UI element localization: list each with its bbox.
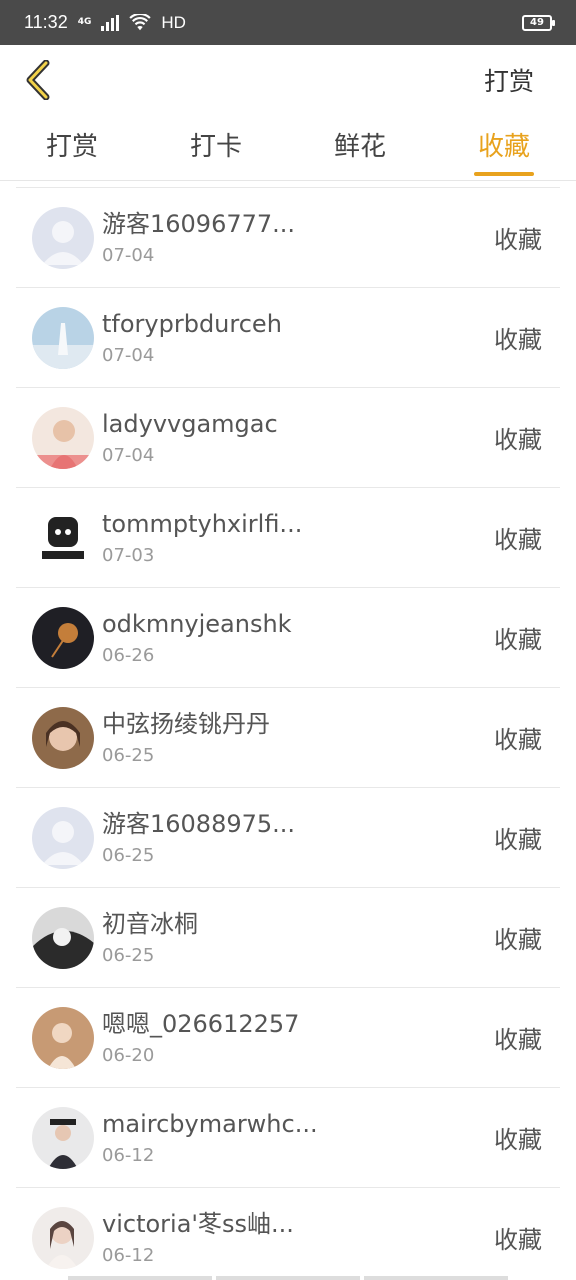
avatar[interactable] [32, 1206, 94, 1269]
user-name: 游客16088975... [102, 810, 296, 838]
record-date: 06-12 [102, 1245, 155, 1266]
chevron-left-icon [26, 60, 50, 100]
list-item[interactable]: tommptyhxirlfi... 07-03 收藏 [16, 488, 560, 588]
user-name: 中弦扬绫铫丹丹 [102, 710, 270, 738]
avatar[interactable] [32, 906, 94, 969]
list-item[interactable]: 嗯嗯_026612257 06-20 收藏 [16, 988, 560, 1088]
tab-favorites[interactable]: 收藏 [432, 115, 576, 180]
nav-bar: 打赏 [0, 45, 576, 115]
record-type: 收藏 [494, 1026, 542, 1054]
status-bar: 11:32 4G HD 49 [0, 0, 576, 45]
list-item[interactable]: tforyprbdurceh 07-04 收藏 [16, 288, 560, 388]
hd-indicator: HD [161, 12, 186, 32]
avatar[interactable] [32, 606, 94, 669]
list-item[interactable]: odkmnyjeanshk 06-26 收藏 [16, 588, 560, 688]
record-date: 07-04 [102, 345, 155, 366]
record-type: 收藏 [494, 1226, 542, 1254]
user-name: tommptyhxirlfi... [102, 510, 303, 538]
favorites-list: 游客16096777... 07-04 收藏 tforyprbdurceh 07-04 收… [16, 187, 560, 1280]
user-name: odkmnyjeanshk [102, 610, 292, 638]
wifi-icon [129, 13, 152, 30]
user-name: 初音冰桐 [102, 910, 198, 938]
record-date: 06-20 [102, 1045, 155, 1066]
list-item[interactable]: victoria'苳ss岫... 06-12 收藏 [16, 1188, 560, 1280]
record-type: 收藏 [494, 326, 542, 354]
signal-icon [101, 14, 120, 31]
record-date: 06-12 [102, 1145, 155, 1166]
tab-bar: 打赏 打卡 鲜花 收藏 [0, 115, 576, 181]
record-date: 06-25 [102, 745, 155, 766]
record-type: 收藏 [494, 426, 542, 454]
avatar[interactable] [32, 706, 94, 769]
list-item[interactable]: 中弦扬绫铫丹丹 06-25 收藏 [16, 688, 560, 788]
avatar[interactable] [32, 1006, 94, 1069]
record-date: 07-03 [102, 545, 155, 566]
user-name: ladyvvgamgac [102, 410, 278, 438]
record-type: 收藏 [494, 1126, 542, 1154]
list-item[interactable]: 游客16088975... 06-25 收藏 [16, 788, 560, 888]
record-type: 收藏 [494, 626, 542, 654]
record-type: 收藏 [494, 726, 542, 754]
record-type: 收藏 [494, 226, 542, 254]
battery-icon: 49 [522, 14, 555, 31]
list-item[interactable]: 游客16096777... 07-04 收藏 [16, 188, 560, 288]
user-name: tforyprbdurceh [102, 310, 282, 338]
avatar[interactable] [32, 806, 94, 869]
list-item[interactable]: maircbymarwhc... 06-12 收藏 [16, 1088, 560, 1188]
record-type: 收藏 [494, 926, 542, 954]
bottom-scroll-hint [0, 1276, 576, 1280]
tab-checkin[interactable]: 打卡 [144, 115, 288, 180]
tab-reward[interactable]: 打赏 [0, 115, 144, 180]
avatar[interactable] [32, 206, 94, 269]
record-date: 06-26 [102, 645, 155, 666]
record-type: 收藏 [494, 526, 542, 554]
tab-flowers[interactable]: 鲜花 [288, 115, 432, 180]
record-date: 07-04 [102, 445, 155, 466]
network-type: 4G [77, 17, 92, 27]
user-name: maircbymarwhc... [102, 1110, 318, 1138]
reward-button[interactable]: 打赏 [484, 62, 534, 98]
list-item[interactable]: 初音冰桐 06-25 收藏 [16, 888, 560, 988]
record-date: 06-25 [102, 945, 155, 966]
back-button[interactable] [24, 60, 64, 100]
status-time: 11:32 [24, 12, 68, 32]
record-type: 收藏 [494, 826, 542, 854]
avatar[interactable] [32, 406, 94, 469]
avatar[interactable] [32, 306, 94, 369]
avatar[interactable] [32, 506, 94, 569]
user-name: 游客16096777... [102, 210, 296, 238]
avatar[interactable] [32, 1106, 94, 1169]
user-name: victoria'苳ss岫... [102, 1210, 294, 1238]
list-item[interactable]: ladyvvgamgac 07-04 收藏 [16, 388, 560, 488]
user-name: 嗯嗯_026612257 [102, 1010, 300, 1038]
record-date: 07-04 [102, 245, 155, 266]
record-date: 06-25 [102, 845, 155, 866]
